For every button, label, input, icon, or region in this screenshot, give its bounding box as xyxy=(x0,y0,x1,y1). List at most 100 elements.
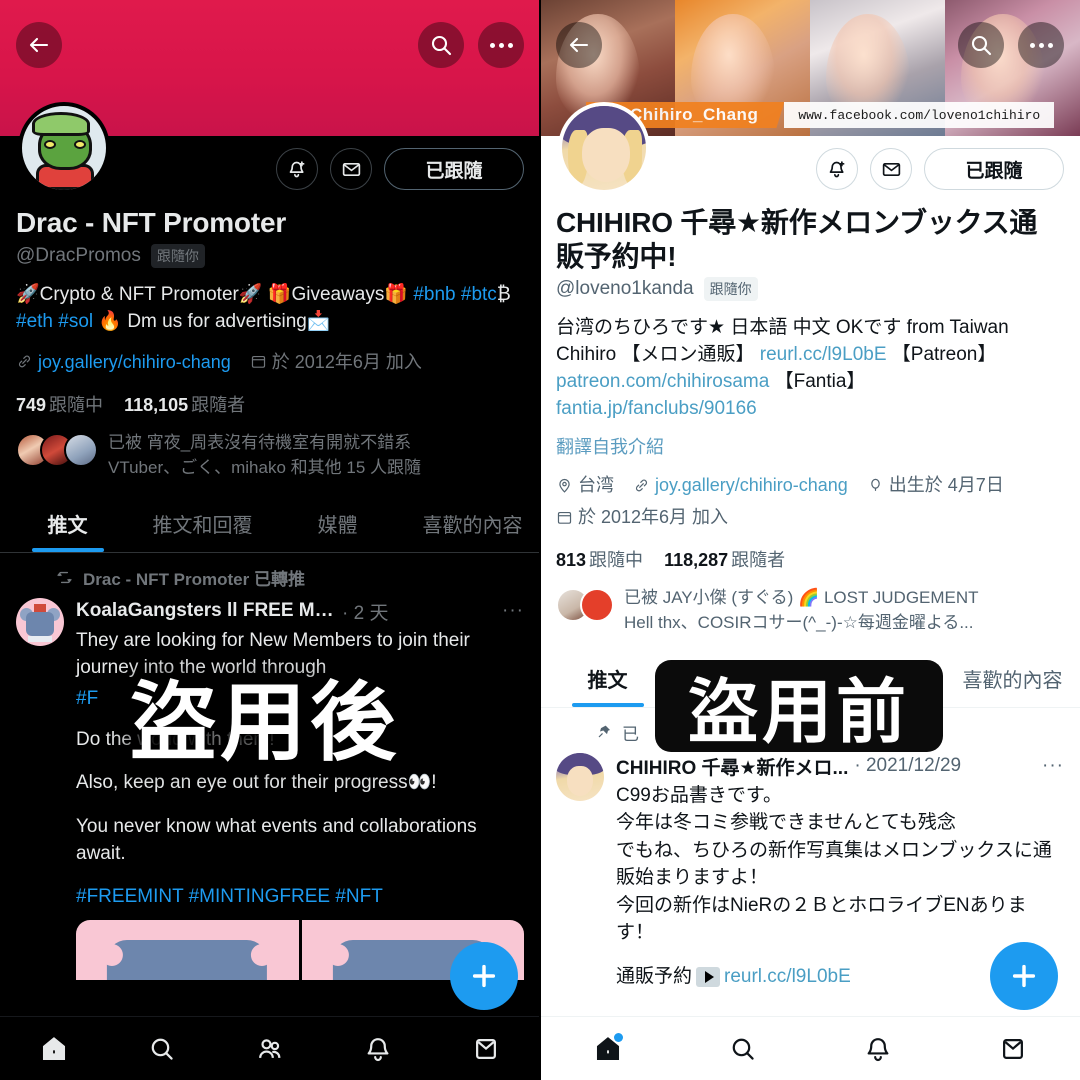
nav-home[interactable] xyxy=(27,1027,81,1071)
direct-message-button[interactable] xyxy=(330,148,372,190)
follower-avatar xyxy=(64,433,98,468)
nav-messages[interactable] xyxy=(459,1027,513,1071)
tab-tweets[interactable]: 推文 xyxy=(0,499,135,552)
tweet-media-image[interactable] xyxy=(76,919,299,980)
link-icon xyxy=(636,479,648,492)
home-icon xyxy=(42,1036,66,1060)
followers-group[interactable]: 118,105 跟隨者 xyxy=(124,395,245,415)
tweet-more-button[interactable]: ··· xyxy=(502,600,524,622)
back-button[interactable] xyxy=(16,22,62,68)
profile-meta: 台湾 joy.gallery/chihiro-chang 出生於 4月7日 於 … xyxy=(556,471,1064,534)
nav-notifications[interactable] xyxy=(351,1027,405,1071)
tweet-author-avatar[interactable] xyxy=(556,752,604,801)
bio-hashtag-btc[interactable]: #btc xyxy=(461,284,497,305)
birthday-item: 出生於 4月7日 xyxy=(867,471,1004,500)
follow-counts: 813 跟隨中 118,287 跟隨者 xyxy=(556,546,1064,572)
retweet-label: Drac - NFT Promoter 已轉推 xyxy=(83,569,305,589)
tab-media[interactable]: 媒體 xyxy=(270,499,405,552)
social-proof-line-2: VTuber、ごく、mihako 和其他 15 人跟隨 xyxy=(108,457,421,477)
tab-likes[interactable]: 喜歡的內容 xyxy=(405,499,540,552)
more-options-button[interactable] xyxy=(478,22,524,68)
bell-icon xyxy=(367,1037,389,1061)
retweet-icon xyxy=(57,571,72,583)
koala-foot xyxy=(28,635,52,642)
left-bottom-nav xyxy=(0,1016,540,1080)
nav-home[interactable] xyxy=(581,1027,635,1071)
website-link[interactable]: joy.gallery/chihiro-chang xyxy=(38,348,231,377)
left-avatar-wrap[interactable] xyxy=(18,102,110,194)
back-arrow-icon xyxy=(29,37,49,53)
right-avatar-wrap[interactable] xyxy=(558,102,650,194)
avatar[interactable] xyxy=(558,102,650,194)
bio-hashtag-sol[interactable]: #sol xyxy=(58,311,93,332)
search-button[interactable] xyxy=(418,22,464,68)
tweet-more-button[interactable]: ··· xyxy=(1042,755,1064,777)
bell-icon xyxy=(867,1037,888,1061)
right-bottom-nav xyxy=(540,1016,1080,1080)
avatar-face xyxy=(567,765,593,796)
compose-tweet-button[interactable] xyxy=(990,942,1058,1010)
followers-count: 118,287 xyxy=(664,550,729,571)
search-button[interactable] xyxy=(958,22,1004,68)
follow-button[interactable]: 已跟隨 xyxy=(384,148,524,190)
direct-message-button[interactable] xyxy=(870,148,912,190)
nav-search[interactable] xyxy=(135,1027,189,1071)
following-count: 749 xyxy=(16,395,47,416)
page-title: CHIHIRO 千尋★新作メロンブックス通販予約中! xyxy=(556,207,1038,272)
profile-meta: joy.gallery/chihiro-chang 於 2012年6月 加入 xyxy=(16,348,524,380)
back-button[interactable] xyxy=(556,22,602,68)
follow-button[interactable]: 已跟隨 xyxy=(924,148,1064,190)
website-item[interactable]: joy.gallery/chihiro-chang xyxy=(633,471,848,500)
people-icon xyxy=(259,1038,281,1058)
stamp-before-theft: 盜用前 xyxy=(655,660,943,752)
compose-tweet-button[interactable] xyxy=(450,942,518,1010)
avatar-face xyxy=(582,128,630,182)
back-arrow-icon xyxy=(569,37,589,53)
profile-bio: 台湾のちひろです★ 日本語 中文 OKです from Taiwan Chihir… xyxy=(556,315,1064,423)
bio-link-patreon[interactable]: patreon.com/chihirosama xyxy=(556,371,769,392)
bio-hashtag-eth[interactable]: #eth xyxy=(16,311,53,332)
website-link[interactable]: joy.gallery/chihiro-chang xyxy=(655,471,848,500)
following-group[interactable]: 813 跟隨中 xyxy=(556,550,643,570)
tweet-hashtags[interactable]: #FREEMINT #MINTINGFREE #NFT xyxy=(76,886,524,908)
social-proof-text: 已被 宵夜_周表沒有待機室有開就不錯系 VTuber、ごく、mihako 和其他… xyxy=(108,431,421,480)
followers-group[interactable]: 118,287 跟隨者 xyxy=(664,550,785,570)
bio-link-reurl[interactable]: reurl.cc/l9L0bE xyxy=(760,344,887,365)
nav-messages[interactable] xyxy=(986,1027,1040,1071)
translate-bio-link[interactable]: 翻譯自我介紹 xyxy=(556,433,1064,459)
search-icon xyxy=(971,35,992,56)
joined-date: 於 2012年6月 加入 xyxy=(578,506,729,527)
tweet-author-name[interactable]: KoalaGangsters ll FREE MINT Ap... xyxy=(76,600,336,622)
more-options-button[interactable] xyxy=(1018,22,1064,68)
follows-you-badge: 跟隨你 xyxy=(150,243,205,268)
bio-hashtag-bnb[interactable]: #bnb xyxy=(413,284,455,305)
website-item[interactable]: joy.gallery/chihiro-chang xyxy=(16,348,231,377)
avatar[interactable] xyxy=(18,102,110,194)
following-label: 跟隨中 xyxy=(589,550,644,571)
tab-tweets-replies[interactable]: 推文和回覆 xyxy=(135,499,270,552)
tweet-author-avatar[interactable] xyxy=(16,597,64,646)
social-proof[interactable]: 已被 JAY小傑 (すぐる) 🌈 LOST JUDGEMENT Hell thx… xyxy=(556,586,1064,635)
following-group[interactable]: 749 跟隨中 xyxy=(16,395,103,415)
nav-communities[interactable] xyxy=(243,1027,297,1071)
notifications-toggle-button[interactable] xyxy=(276,148,318,190)
notifications-toggle-button[interactable] xyxy=(816,148,858,190)
nav-search[interactable] xyxy=(716,1027,770,1071)
plus-icon xyxy=(472,964,496,988)
followers-label: 跟隨者 xyxy=(191,395,246,416)
tweet-item[interactable]: CHIHIRO 千尋★新作メロ... · 2021/12/29 ··· C99お… xyxy=(556,752,1064,991)
tweet-author-name[interactable]: CHIHIRO 千尋★新作メロ... xyxy=(616,753,848,780)
search-icon xyxy=(151,1038,173,1060)
nav-home-badge xyxy=(613,1032,623,1042)
social-proof-line-1: 已被 宵夜_周表沒有待機室有開就不錯系 xyxy=(108,433,412,453)
envelope-icon xyxy=(342,162,360,176)
nav-notifications[interactable] xyxy=(851,1027,905,1071)
tweet-footer-link[interactable]: reurl.cc/l9L0bE xyxy=(724,963,851,991)
more-dots-icon xyxy=(1029,42,1053,48)
following-label: 跟隨中 xyxy=(49,395,104,416)
bio-link-fantia[interactable]: fantia.jp/fanclubs/90166 xyxy=(556,398,757,419)
joined-item: 於 2012年6月 加入 xyxy=(250,348,422,377)
tab-likes[interactable]: 喜歡的內容 xyxy=(945,654,1080,707)
location-text: 台湾 xyxy=(578,475,614,496)
social-proof[interactable]: 已被 宵夜_周表沒有待機室有開就不錯系 VTuber、ごく、mihako 和其他… xyxy=(16,431,524,480)
